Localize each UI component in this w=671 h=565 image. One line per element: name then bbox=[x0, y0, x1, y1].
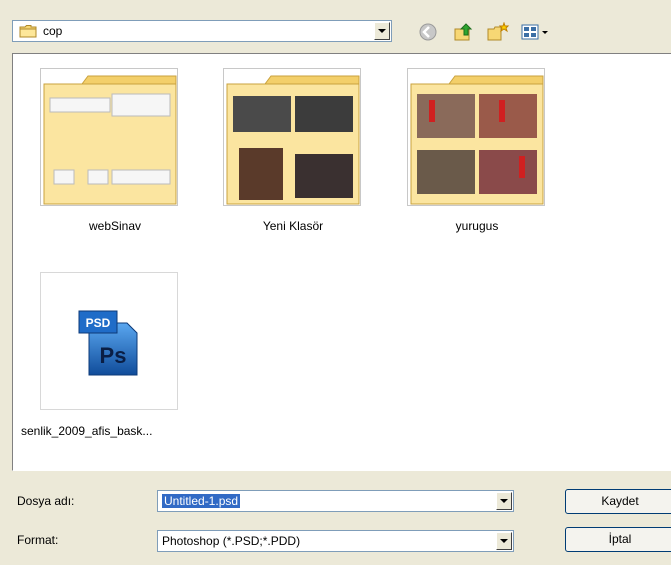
format-value: Photoshop (*.PSD;*.PDD) bbox=[162, 534, 301, 548]
cancel-button[interactable]: İptal bbox=[565, 527, 671, 552]
psd-icon: PSD Ps bbox=[78, 310, 138, 376]
folder-thumbnail-websinav[interactable] bbox=[40, 68, 178, 206]
filename-value: Untitled-1.psd bbox=[162, 494, 241, 508]
psd-tab-label: PSD bbox=[86, 316, 111, 330]
look-in-combo[interactable]: cop bbox=[12, 20, 392, 42]
folder-thumbnail-yeni-klasor[interactable] bbox=[223, 68, 361, 206]
chevron-down-icon[interactable] bbox=[496, 532, 512, 550]
look-in-value: cop bbox=[43, 24, 63, 38]
chevron-down-icon[interactable] bbox=[496, 492, 512, 510]
format-select[interactable]: Photoshop (*.PSD;*.PDD) bbox=[157, 530, 514, 552]
new-folder-icon[interactable] bbox=[486, 21, 510, 45]
chevron-down-icon[interactable] bbox=[374, 22, 390, 40]
save-button[interactable]: Kaydet bbox=[565, 489, 671, 514]
filename-label: Dosya adı: bbox=[17, 494, 75, 508]
item-label: Yeni Klasör bbox=[262, 219, 324, 233]
view-menu-icon[interactable] bbox=[520, 22, 554, 45]
item-label: yurugus bbox=[455, 219, 499, 233]
folder-icon bbox=[19, 24, 37, 41]
filename-input[interactable]: Untitled-1.psd bbox=[157, 490, 514, 512]
back-icon[interactable] bbox=[418, 22, 438, 45]
ps-letters: Ps bbox=[100, 343, 127, 368]
file-list-pane[interactable]: webSinav Yeni Klasör yurugus PSD Ps senl… bbox=[12, 53, 671, 471]
psd-file-thumbnail[interactable]: PSD Ps bbox=[40, 272, 178, 410]
item-label: senlik_2009_afis_bask... bbox=[21, 424, 153, 438]
up-folder-icon[interactable] bbox=[453, 22, 475, 45]
folder-thumbnail-yurugus[interactable] bbox=[407, 68, 545, 206]
format-label: Format: bbox=[17, 533, 59, 547]
item-label: webSinav bbox=[88, 219, 142, 233]
